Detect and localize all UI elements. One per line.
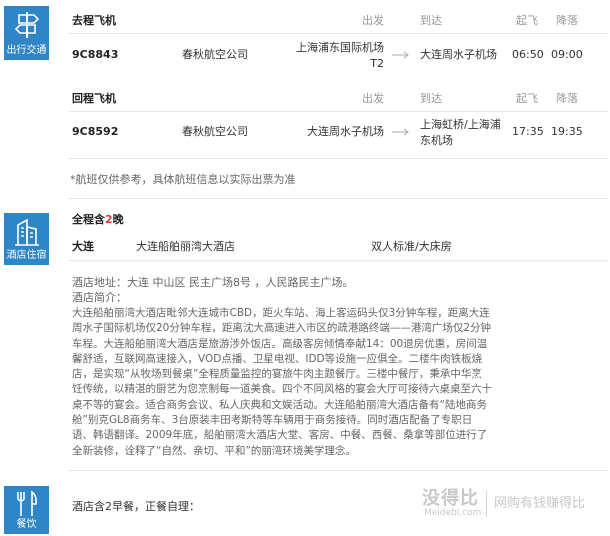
return-land-time: 19:35 <box>551 125 583 138</box>
meal-info: 酒店含2早餐，正餐自理： <box>72 500 200 513</box>
hotel-description-line: 馨舒适，互联网高速接入，VOD点播、卫星电视、IDD等设施一应俱全。二楼牛肉铁板… <box>72 352 483 365</box>
return-col-land: 降落 <box>556 92 578 105</box>
divider <box>68 198 608 199</box>
divider <box>68 260 608 261</box>
hotel-description-line: 大连船舶丽湾大酒店毗邻大连城市CBD，距火车站、海上客运码头仅3分钟车程，距离大… <box>72 307 490 319</box>
fork-knife-icon <box>16 490 37 516</box>
hotel-description-line: 店，是实现“从牧场到餐桌”全程质量监控的宴旅牛肉主题餐厅。三楼中餐厅，秉承中华烹 <box>72 368 482 381</box>
hotel-description-line: 舱”别克GL8商务车、3台原装丰田考斯特等车辆用于商务接待。同时酒店配备了专职日 <box>72 414 473 427</box>
hotel-section-icon: 酒店住宿 <box>4 213 49 265</box>
watermark-brand: 没得比 <box>422 488 479 509</box>
hotel-description-line: 车程。大连船舶丽湾大酒店是旅游涉外饭店。高级客房倾情奉献14：00退房优惠，房间… <box>72 337 488 350</box>
outbound-col-depart: 出发 <box>362 14 384 27</box>
building-icon <box>14 218 39 246</box>
divider <box>68 33 608 34</box>
hotel-description-line: 语、韩语翻译。2009年底，船舶丽湾大酒店大堂、客房、中餐、西餐、桑拿等部位进行… <box>72 429 488 442</box>
hotel-description-line: 全新装修，诠释了“自然、亲切、平和”的丽湾环境美学理念。 <box>72 444 356 457</box>
hotel-stay-length: 全程含2晚 <box>72 213 124 227</box>
stay-nights: 2 <box>105 213 113 226</box>
divider <box>68 111 608 112</box>
outbound-depart-airport: 上海浦东国际机场 <box>296 41 384 54</box>
return-depart-airport: 大连周水子机场 <box>307 125 384 138</box>
hotel-address: 酒店地址：大连 中山区 民主广场8号 ，人民路民主广场。 <box>72 276 354 289</box>
return-heading: 回程飞机 <box>72 92 116 105</box>
return-arrive-airport: 上海虹桥/上海浦 <box>420 118 501 131</box>
outbound-col-takeoff: 起飞 <box>516 14 538 27</box>
return-col-takeoff: 起飞 <box>516 92 538 105</box>
hotel-room-type: 双人标准/大床房 <box>371 240 452 253</box>
signpost-icon <box>14 12 39 38</box>
flight-section-icon: 出行交通 <box>4 6 49 60</box>
divider <box>68 470 608 471</box>
outbound-col-arrive: 到达 <box>420 14 442 27</box>
hotel-section-label: 酒店住宿 <box>6 250 47 261</box>
return-airline: 春秋航空公司 <box>182 125 248 138</box>
hotel-name: 大连船舶丽湾大酒店 <box>136 240 235 253</box>
arrow-right-icon <box>392 128 409 136</box>
outbound-col-land: 降落 <box>556 14 578 27</box>
hotel-description-line: 周水子国际机场仅20分钟车程，距离沈大高速进入市区的疏港路终端——港湾广场仅2分… <box>72 322 492 335</box>
meal-section-label: 餐饮 <box>16 519 37 530</box>
outbound-heading: 去程飞机 <box>72 14 116 27</box>
arrow-right-icon <box>392 51 409 59</box>
stay-prefix: 全程含 <box>72 213 105 226</box>
divider <box>68 158 608 159</box>
flight-disclaimer: *航班仅供参考，具体航班信息以实际出票为准 <box>70 173 296 186</box>
return-col-depart: 出发 <box>362 92 384 105</box>
outbound-airline: 春秋航空公司 <box>182 48 248 61</box>
outbound-land-time: 09:00 <box>551 48 583 61</box>
outbound-takeoff-time: 06:50 <box>512 48 544 61</box>
stay-suffix: 晚 <box>112 213 124 226</box>
hotel-city: 大连 <box>72 240 94 253</box>
watermark-domain: Meidebi.com <box>424 508 482 518</box>
outbound-depart-terminal: T2 <box>370 57 384 70</box>
return-col-arrive: 到达 <box>420 92 442 105</box>
flight-section-label: 出行交通 <box>6 45 47 56</box>
return-flight-number: 9C8592 <box>72 125 119 138</box>
return-takeoff-time: 17:35 <box>512 125 544 138</box>
watermark-slogan: 网购有钱赚得比 <box>494 496 586 511</box>
return-arrive-airport-cont: 东机场 <box>420 134 453 147</box>
hotel-description-line: 桌不等的宴会。适合商务会议、私人庆典和文娱活动。大连船舶丽湾大酒店备有“陆地商务 <box>72 398 487 411</box>
meal-section-icon: 餐饮 <box>4 486 49 534</box>
outbound-flight-number: 9C8843 <box>72 48 119 61</box>
hotel-description-line: 饪传统，以精湛的厨艺为您烹制每一道美食。四个不同风格的宴会大厅可接待六桌桌至六十 <box>72 383 492 396</box>
watermark-divider <box>486 491 487 517</box>
outbound-arrive-airport: 大连周水子机场 <box>420 48 497 61</box>
hotel-intro-label: 酒店简介： <box>72 291 127 304</box>
hotel-description: 大连船舶丽湾大酒店毗邻大连城市CBD，距火车站、海上客运码头仅3分钟车程，距离大… <box>72 306 492 459</box>
